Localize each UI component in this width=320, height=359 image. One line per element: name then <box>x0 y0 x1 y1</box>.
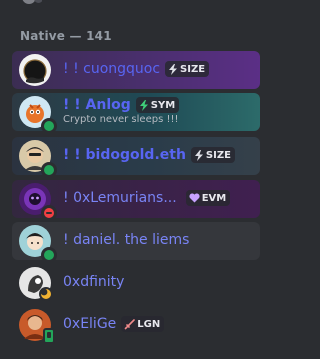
member-name: ! daniel. the liems <box>63 232 190 248</box>
guild-tag[interactable]: LGN <box>121 316 165 332</box>
member-item-0xdfinity[interactable]: 0xdfinity <box>12 264 260 302</box>
status-mobile-indicator <box>43 328 55 344</box>
member-name: ! ! bidogold.eth <box>63 147 186 163</box>
top-fragment <box>18 0 42 6</box>
guild-tag-label: SIZE <box>180 63 206 75</box>
status-online-indicator <box>41 247 57 260</box>
status-online-indicator <box>41 118 57 131</box>
status-online-indicator <box>41 162 57 175</box>
member-item-0xlemurians[interactable]: ! 0xLemurians... EVM <box>12 180 260 218</box>
member-activity-status: Crypto never sleeps !!! <box>63 114 179 125</box>
sword-icon <box>124 318 136 329</box>
member-section-header: Native — 141 <box>20 29 112 43</box>
member-item-bidogold[interactable]: ! ! bidogold.eth SIZE <box>12 137 260 175</box>
guild-tag[interactable]: SIZE <box>165 61 210 77</box>
member-item-anlog[interactable]: ! ! Anlog SYM Crypto never sleeps !!! <box>12 93 260 131</box>
heart-icon <box>189 193 200 203</box>
avatar[interactable] <box>19 96 57 131</box>
avatar[interactable] <box>19 54 51 86</box>
guild-tag-label: LGN <box>137 318 161 330</box>
member-name: 0xdfinity <box>63 274 125 290</box>
guild-tag-label: EVM <box>201 192 227 204</box>
avatar[interactable] <box>19 140 57 175</box>
member-item-cuongquoc[interactable]: ! ! cuongquoc SIZE <box>12 51 260 89</box>
lightning-icon <box>139 99 148 111</box>
member-item-daniel[interactable]: ! daniel. the liems <box>12 222 260 260</box>
member-name: ! 0xLemurians... <box>63 190 177 206</box>
guild-tag-label: SYM <box>150 99 176 111</box>
idle-moon-icon <box>39 287 53 301</box>
member-name: ! ! Anlog <box>63 97 131 113</box>
member-name: 0xEliGe <box>63 316 117 332</box>
member-item-0xelige[interactable]: 0xEliGe LGN <box>12 306 260 344</box>
lightning-icon <box>169 63 178 75</box>
status-dnd-indicator <box>41 205 57 218</box>
avatar[interactable] <box>19 309 55 344</box>
avatar[interactable] <box>19 183 57 218</box>
member-name: ! ! cuongquoc <box>63 61 161 77</box>
avatar[interactable] <box>19 267 53 301</box>
guild-tag[interactable]: SYM <box>135 97 180 113</box>
guild-tag[interactable]: EVM <box>185 190 231 206</box>
guild-tag[interactable]: SIZE <box>190 147 235 163</box>
avatar[interactable] <box>19 225 57 260</box>
guild-tag-label: SIZE <box>205 149 231 161</box>
lightning-icon <box>194 149 203 161</box>
